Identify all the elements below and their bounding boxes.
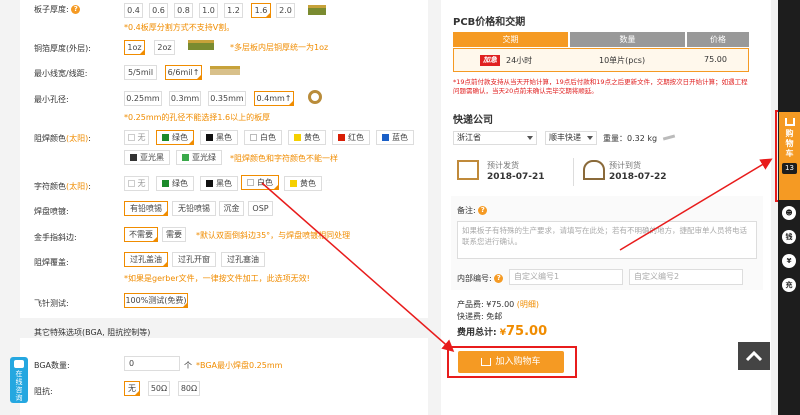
arrow-to-add-cart — [261, 182, 455, 352]
annotation-arrows — [261, 158, 773, 352]
arrow-to-cart-sidebar — [619, 158, 773, 251]
